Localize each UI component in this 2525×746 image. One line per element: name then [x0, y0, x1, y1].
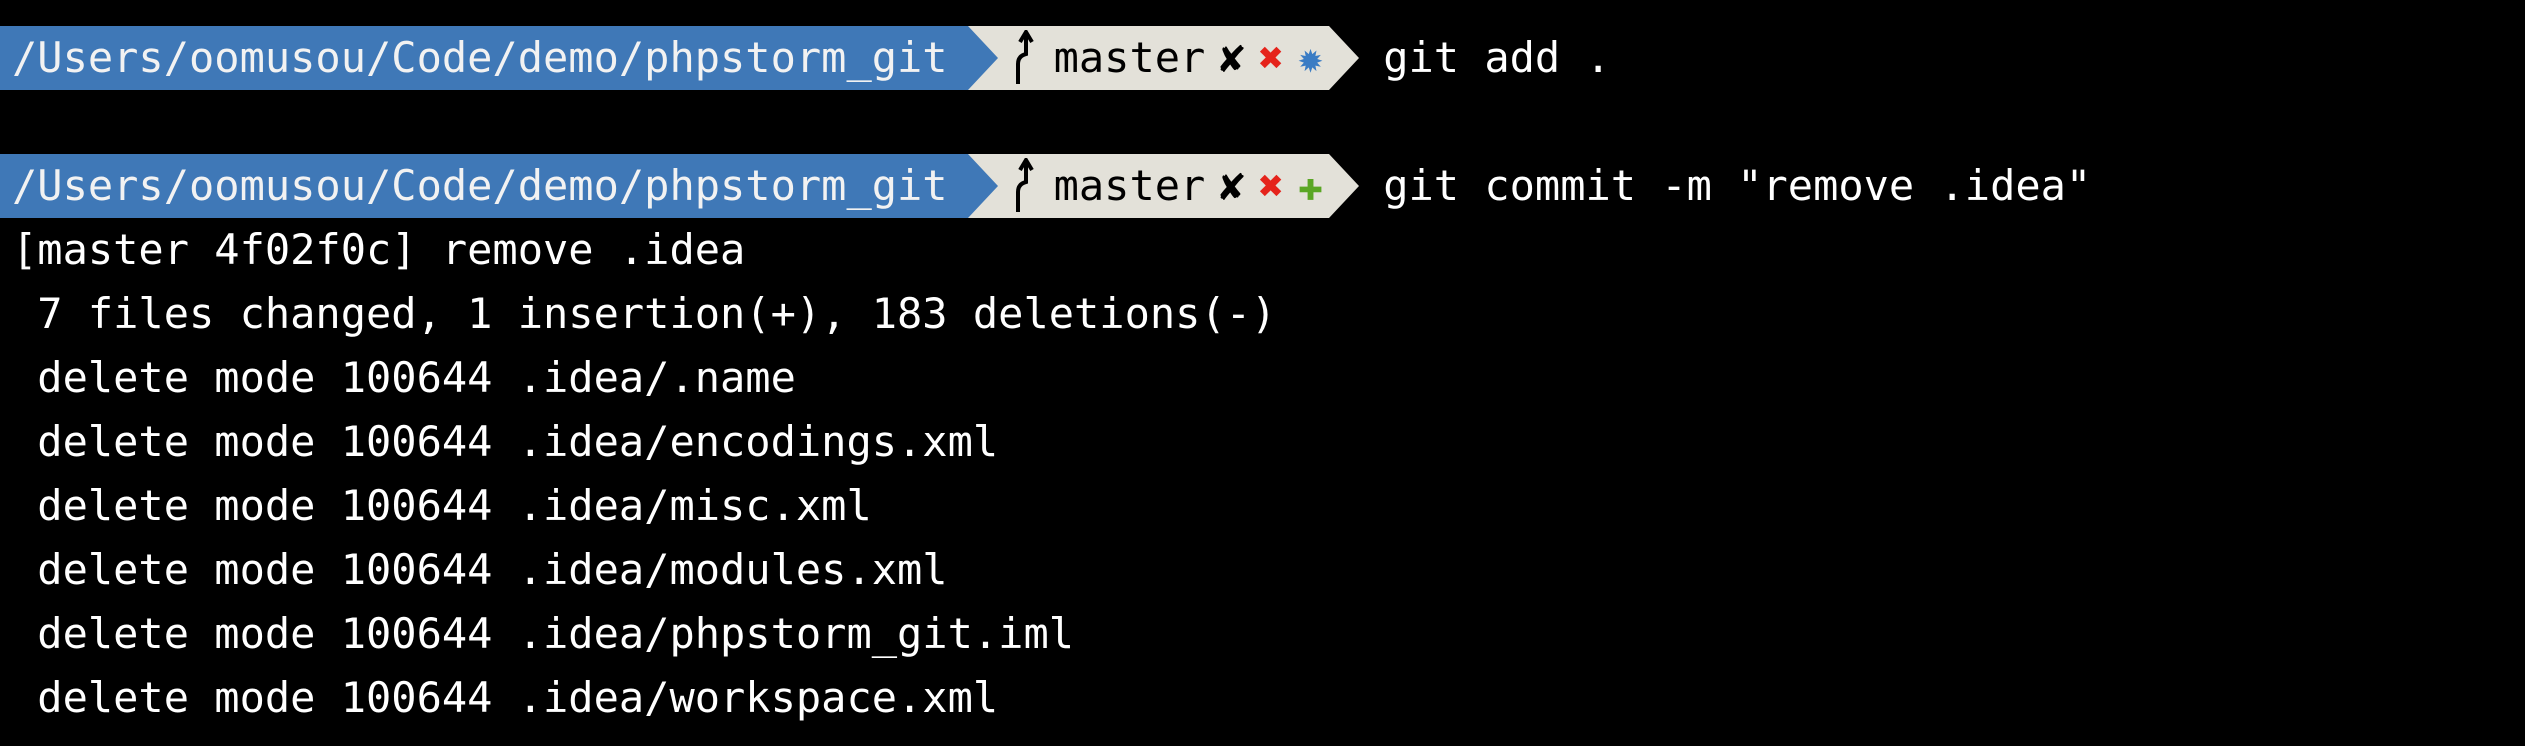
prompt-end-arrow — [1329, 154, 1360, 218]
prompt: /Users/oomusou/Code/demo/phpstorm_git ma… — [0, 154, 1360, 218]
conflict-x-icon: ✖ — [1258, 33, 1284, 82]
prompt-branch: master — [1053, 33, 1206, 82]
dirty-mark-icon: ✘ — [1219, 33, 1245, 82]
prompt-path: /Users/oomusou/Code/demo/phpstorm_git — [0, 26, 968, 90]
prompt-end-arrow — [1329, 26, 1360, 90]
prompt: /Users/oomusou/Code/demo/phpstorm_git ma… — [0, 26, 1360, 90]
output-line: delete mode 100644 .idea/misc.xml — [12, 481, 872, 530]
prompt-git-segment: master ✘ ✖ ✚ — [997, 154, 1330, 218]
command-text: git add . — [1383, 33, 1611, 82]
terminal-window[interactable]: /Users/oomusou/Code/demo/phpstorm_git ma… — [0, 26, 2525, 730]
prompt-separator-arrow — [967, 154, 998, 218]
staged-plus-icon: ✚ — [1297, 161, 1324, 210]
untracked-star-icon: ✹ — [1297, 33, 1324, 82]
output-line: delete mode 100644 .idea/workspace.xml — [12, 673, 999, 722]
output-line: delete mode 100644 .idea/phpstorm_git.im… — [12, 609, 1075, 658]
prompt-branch: master — [1053, 161, 1206, 210]
conflict-x-icon: ✖ — [1258, 161, 1284, 210]
git-branch-icon — [1010, 26, 1040, 90]
command-text: git commit -m "remove .idea" — [1383, 161, 2092, 210]
dirty-mark-icon: ✘ — [1219, 161, 1245, 210]
prompt-line-2: /Users/oomusou/Code/demo/phpstorm_git ma… — [0, 154, 2525, 218]
prompt-line-1: /Users/oomusou/Code/demo/phpstorm_git ma… — [0, 26, 2525, 90]
output-line: 7 files changed, 1 insertion(+), 183 del… — [12, 289, 1277, 338]
prompt-path: /Users/oomusou/Code/demo/phpstorm_git — [0, 154, 968, 218]
prompt-separator-arrow — [967, 26, 998, 90]
output-line: [master 4f02f0c] remove .idea — [12, 225, 746, 274]
git-branch-icon — [1010, 154, 1040, 218]
output-line: delete mode 100644 .idea/modules.xml — [12, 545, 948, 594]
prompt-git-segment: master ✘ ✖ ✹ — [997, 26, 1330, 90]
output-line: delete mode 100644 .idea/.name — [12, 353, 796, 402]
output-line: delete mode 100644 .idea/encodings.xml — [12, 417, 999, 466]
